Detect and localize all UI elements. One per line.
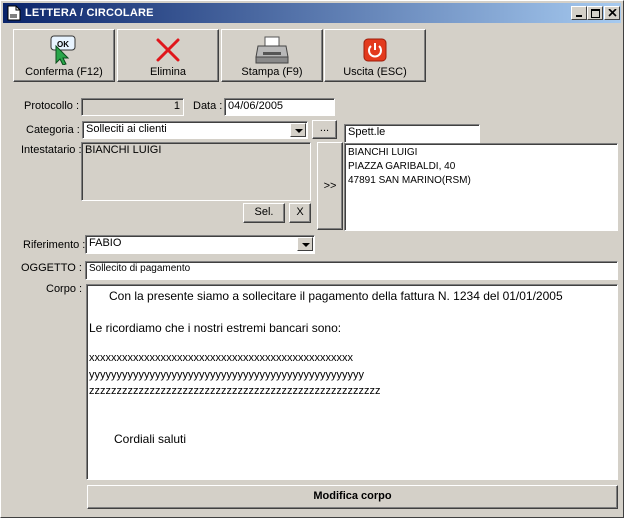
address-line: 47891 SAN MARINO(RSM) [348, 175, 471, 186]
clear-button[interactable]: X [289, 203, 311, 223]
select-button[interactable]: Sel. [243, 203, 285, 223]
red-x-icon [156, 38, 180, 62]
corpo-label: Corpo : [46, 283, 83, 295]
riferimento-label: Riferimento : [23, 239, 86, 251]
exit-button[interactable]: Uscita (ESC) [324, 29, 426, 82]
categoria-value: Solleciti ai clienti [86, 123, 167, 135]
categoria-more-button[interactable]: ... [312, 120, 337, 139]
print-label: Stampa (F9) [241, 66, 303, 78]
data-label: Data : [193, 100, 223, 112]
corpo-line: zzzzzzzzzzzzzzzzzzzzzzzzzzzzzzzzzzzzzzzz… [89, 385, 381, 397]
protocollo-label: Protocollo : [24, 100, 80, 112]
confirm-label: Conferma (F12) [25, 66, 103, 78]
riferimento-select[interactable]: FABIO [85, 235, 315, 254]
close-icon [608, 9, 617, 17]
exit-label: Uscita (ESC) [343, 66, 407, 78]
confirm-button[interactable]: OK Conferma (F12) [13, 29, 115, 82]
minimize-button[interactable] [571, 6, 587, 20]
address-field[interactable]: BIANCHI LUIGI PIAZZA GARIBALDI, 40 47891 S… [344, 143, 618, 231]
modifica-corpo-button[interactable]: Modifica corpo [87, 485, 618, 509]
corpo-line: Cordiali saluti [114, 432, 187, 446]
delete-button[interactable]: Elimina [117, 29, 219, 82]
address-line: PIAZZA GARIBALDI, 40 [348, 161, 456, 172]
close-button[interactable] [604, 6, 620, 20]
print-button[interactable]: Stampa (F9) [221, 29, 323, 82]
printer-icon [255, 36, 289, 64]
protocollo-field: 1 [81, 98, 184, 116]
categoria-label: Categoria : [26, 124, 80, 136]
intestatario-field: BIANCHI LUIGI [81, 142, 311, 201]
riferimento-value: FABIO [89, 237, 122, 249]
chevron-down-icon[interactable] [297, 237, 313, 251]
corpo-line: xxxxxxxxxxxxxxxxxxxxxxxxxxxxxxxxxxxxxxxx… [89, 352, 353, 364]
chevron-down-icon[interactable] [290, 123, 306, 137]
date-field[interactable]: 04/06/2005 [224, 98, 335, 116]
corpo-textarea[interactable]: Con la presente siamo a sollecitare il p… [86, 284, 618, 480]
maximize-button[interactable] [587, 6, 603, 20]
oggetto-field[interactable]: Sollecito di pagamento [85, 261, 618, 280]
oggetto-label: OGGETTO : [21, 262, 82, 274]
spett-field[interactable]: Spett.le [344, 124, 480, 143]
maximize-icon [591, 9, 600, 18]
corpo-line: Con la presente siamo a sollecitare il p… [109, 289, 563, 303]
corpo-line: yyyyyyyyyyyyyyyyyyyyyyyyyyyyyyyyyyyyyyyy… [89, 369, 364, 381]
letter-window: LETTERA / CIRCOLARE OK Conferma (F12) El… [0, 0, 624, 518]
window-title: LETTERA / CIRCOLARE [25, 7, 154, 19]
corpo-line: Le ricordiamo che i nostri estremi banca… [89, 321, 342, 335]
categoria-select[interactable]: Solleciti ai clienti [82, 121, 308, 139]
intestatario-label: Intestatario : [21, 144, 82, 156]
minimize-icon [576, 15, 582, 17]
address-line: BIANCHI LUIGI [348, 147, 418, 158]
title-bar: LETTERA / CIRCOLARE [3, 3, 621, 23]
svg-text:OK: OK [57, 40, 69, 49]
ok-cursor-icon: OK [50, 35, 76, 65]
delete-label: Elimina [149, 66, 187, 78]
copy-address-button[interactable]: >> [317, 142, 343, 230]
power-icon [363, 38, 387, 62]
document-icon [7, 5, 21, 21]
